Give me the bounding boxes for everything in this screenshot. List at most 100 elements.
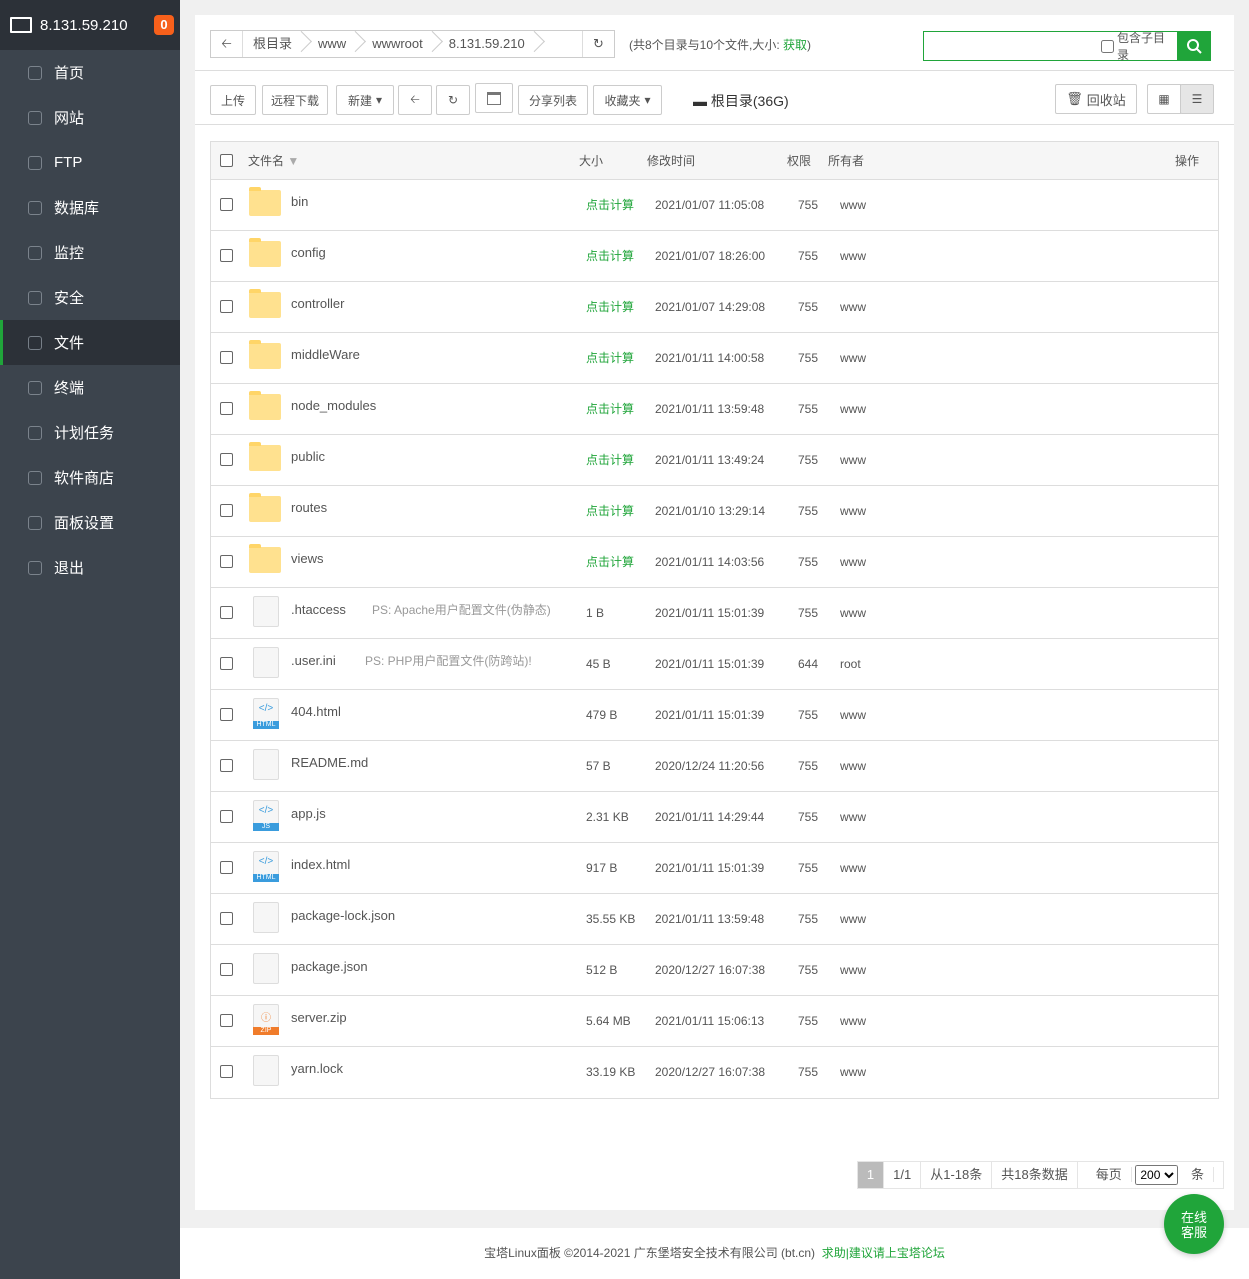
row-checkbox[interactable] [220,453,233,466]
get-size-link[interactable]: 获取 [783,38,807,52]
sidebar-item-7[interactable]: 终端 [0,365,180,410]
forum-link[interactable]: 求助|建议请上宝塔论坛 [822,1246,945,1260]
file-size[interactable]: 点击计算 [586,486,634,536]
row-checkbox[interactable] [220,504,233,517]
notification-badge[interactable]: 0 [154,15,174,35]
table-row[interactable]: public 点击计算 2021/01/11 13:49:24 755 www [211,435,1218,486]
file-name[interactable]: middleWare [291,330,360,380]
favorites-dropdown-button[interactable]: 收藏夹 ▾ [593,85,662,115]
file-owner[interactable]: www [840,333,866,383]
table-row[interactable]: </> HTML 404.html 479 B 2021/01/11 15:01:… [211,690,1218,741]
file-owner[interactable]: www [840,1047,866,1097]
file-name[interactable]: package-lock.json [291,891,395,941]
file-name[interactable]: .htaccess [291,585,346,635]
file-owner[interactable]: www [840,894,866,944]
remote-download-button[interactable]: 远程下载 [262,85,328,115]
file-owner[interactable]: www [840,843,866,893]
new-dropdown-button[interactable]: 新建 ▾ [336,85,394,115]
row-checkbox[interactable] [220,1014,233,1027]
list-view-button[interactable]: ☰ [1180,84,1214,114]
file-perm[interactable]: 755 [798,180,818,230]
row-checkbox[interactable] [220,606,233,619]
file-perm[interactable]: 755 [798,1047,818,1097]
file-perm[interactable]: 755 [798,435,818,485]
sidebar-item-3[interactable]: 数据库 [0,185,180,230]
row-checkbox[interactable] [220,810,233,823]
row-checkbox[interactable] [220,912,233,925]
file-name[interactable]: README.md [291,738,368,788]
file-perm[interactable]: 644 [798,639,818,689]
col-name[interactable]: 文件名 ▼ [248,142,299,180]
table-row[interactable]: node_modules 点击计算 2021/01/11 13:59:48 75… [211,384,1218,435]
sidebar-item-6[interactable]: 文件 [0,320,180,365]
sidebar-item-2[interactable]: FTP [0,140,180,185]
upload-button[interactable]: 上传 [210,85,256,115]
file-perm[interactable]: 755 [798,945,818,995]
row-checkbox[interactable] [220,402,233,415]
sidebar-item-9[interactable]: 软件商店 [0,455,180,500]
per-page-select[interactable]: 200 [1135,1165,1179,1185]
include-subdir-option[interactable]: 包含子目录 [1101,29,1169,63]
sidebar-item-0[interactable]: 首页 [0,50,180,95]
row-checkbox[interactable] [220,249,233,262]
file-name[interactable]: bin [291,177,308,227]
file-owner[interactable]: www [840,180,866,230]
file-owner[interactable]: www [840,486,866,536]
disk-root[interactable]: ▬ 根目录(36G) [693,91,789,111]
file-perm[interactable]: 755 [798,537,818,587]
file-size[interactable]: 点击计算 [586,231,634,281]
search-button[interactable] [1177,31,1211,61]
sidebar-item-10[interactable]: 面板设置 [0,500,180,545]
sidebar-item-4[interactable]: 监控 [0,230,180,275]
table-row[interactable]: bin 点击计算 2021/01/07 11:05:08 755 www [211,180,1218,231]
row-checkbox[interactable] [220,708,233,721]
file-owner[interactable]: www [840,231,866,281]
file-size[interactable]: 点击计算 [586,282,634,332]
table-row[interactable]: middleWare 点击计算 2021/01/11 14:00:58 755 … [211,333,1218,384]
file-perm[interactable]: 755 [798,792,818,842]
breadcrumb-www[interactable]: www [308,31,362,57]
file-perm[interactable]: 755 [798,333,818,383]
row-checkbox[interactable] [220,759,233,772]
table-row[interactable]: README.md 57 B 2020/12/24 11:20:56 755 w… [211,741,1218,792]
online-support-button[interactable]: 在线 客服 [1164,1194,1224,1254]
file-name[interactable]: yarn.lock [291,1044,343,1094]
go-back-button[interactable]: 🡠 [398,85,432,115]
file-size[interactable]: 点击计算 [586,384,634,434]
file-perm[interactable]: 755 [798,282,818,332]
file-perm[interactable]: 755 [798,384,818,434]
file-name[interactable]: config [291,228,326,278]
table-row[interactable]: package-lock.json 35.55 KB 2021/01/11 13… [211,894,1218,945]
terminal-button[interactable] [475,83,513,113]
file-perm[interactable]: 755 [798,894,818,944]
include-subdir-checkbox[interactable] [1101,39,1114,53]
table-row[interactable]: .user.ini PS: PHP用户配置文件(防跨站)! 45 B 2021/… [211,639,1218,690]
sidebar-item-8[interactable]: 计划任务 [0,410,180,455]
file-size[interactable]: 点击计算 [586,435,634,485]
file-owner[interactable]: www [840,792,866,842]
file-perm[interactable]: 755 [798,690,818,740]
breadcrumb-wwwroot[interactable]: wwwroot [362,31,439,57]
file-owner[interactable]: www [840,996,866,1046]
col-mtime[interactable]: 修改时间 [647,142,695,180]
sidebar-item-11[interactable]: 退出 [0,545,180,590]
back-arrow-icon[interactable]: 🡠 [211,31,243,57]
file-name[interactable]: routes [291,483,327,533]
row-checkbox[interactable] [220,198,233,211]
row-checkbox[interactable] [220,300,233,313]
file-size[interactable]: 点击计算 [586,333,634,383]
refresh-button[interactable]: ↻ [436,85,470,115]
table-row[interactable]: routes 点击计算 2021/01/10 13:29:14 755 www [211,486,1218,537]
table-row[interactable]: </> HTML index.html 917 B 2021/01/11 15:0… [211,843,1218,894]
select-all-checkbox[interactable] [220,154,233,167]
file-name[interactable]: views [291,534,324,584]
table-row[interactable]: .htaccess PS: Apache用户配置文件(伪静态) 1 B 2021… [211,588,1218,639]
breadcrumb-root[interactable]: 根目录 [243,31,308,57]
file-size[interactable]: 点击计算 [586,180,634,230]
file-owner[interactable]: www [840,384,866,434]
file-owner[interactable]: www [840,690,866,740]
file-owner[interactable]: root [840,639,861,689]
table-row[interactable]: controller 点击计算 2021/01/07 14:29:08 755 … [211,282,1218,333]
file-owner[interactable]: www [840,537,866,587]
file-name[interactable]: node_modules [291,381,376,431]
